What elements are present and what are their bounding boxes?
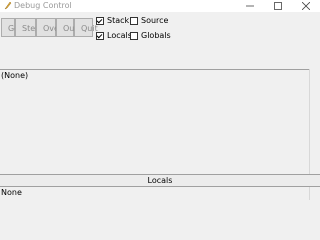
source-checkbox[interactable]: Source [130, 16, 168, 26]
over-button[interactable]: Over [36, 18, 62, 37]
locals-header: Locals [0, 174, 320, 187]
locals-scrollbar[interactable] [309, 187, 320, 200]
locals-label: Locals [107, 31, 132, 40]
stack-scrollbar[interactable] [309, 69, 320, 174]
window-title: Debug Control [14, 1, 72, 10]
stack-label: Stack [107, 16, 130, 25]
checkbox-box[interactable] [96, 17, 104, 25]
feather-icon [4, 1, 12, 10]
minimize-button[interactable] [237, 0, 263, 12]
checkbox-box[interactable] [130, 32, 138, 40]
go-button[interactable]: Go [1, 18, 19, 37]
step-button[interactable]: Step [15, 18, 40, 37]
minimize-icon [246, 5, 254, 7]
stack-text: (None) [1, 71, 29, 80]
locals-checkbox[interactable]: Locals [96, 31, 132, 41]
globals-checkbox[interactable]: Globals [130, 31, 171, 41]
checkbox-box[interactable] [96, 32, 104, 40]
stack-checkbox[interactable]: Stack [96, 16, 129, 26]
maximize-button[interactable] [265, 0, 291, 12]
close-icon [302, 2, 310, 10]
locals-panel: None [0, 187, 309, 200]
stack-panel: (None) [0, 69, 309, 174]
title-bar: Debug Control [0, 0, 320, 12]
checkbox-box[interactable] [130, 17, 138, 25]
globals-label: Globals [141, 31, 171, 40]
quit-button[interactable]: Quit [74, 18, 98, 37]
out-button[interactable]: Out [56, 18, 78, 37]
locals-text: None [1, 188, 22, 197]
source-label: Source [141, 16, 169, 25]
close-button[interactable] [293, 0, 319, 12]
maximize-icon [274, 2, 282, 10]
